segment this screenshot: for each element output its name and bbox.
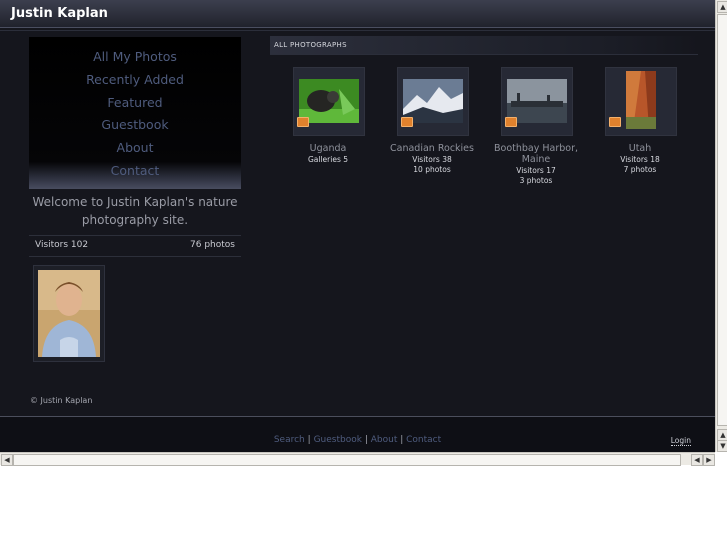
scroll-left-arrow-icon[interactable]: ◀ <box>1 454 13 466</box>
album-visitors-boothbay-harbor: Visitors 17 <box>516 166 556 175</box>
album-thumb-uganda[interactable] <box>293 67 365 136</box>
album-name-boothbay-harbor[interactable]: Boothbay Harbor, Maine <box>486 143 586 165</box>
section-title: ALL PHOTOGRAPHS <box>274 41 347 49</box>
nav-guestbook[interactable]: Guestbook <box>29 117 241 132</box>
page-viewport: Justin Kaplan All My Photos Recently Add… <box>0 0 715 452</box>
photo-count: 76 photos <box>190 240 235 250</box>
album-photos-canadian-rockies: 10 photos <box>413 165 451 174</box>
portrait-image <box>38 270 100 357</box>
album-thumb-boothbay-harbor[interactable] <box>501 67 573 136</box>
album-photos-boothbay-harbor: 3 photos <box>519 176 553 185</box>
album-visitors-canadian-rockies: Visitors 38 <box>412 155 452 164</box>
link-separator: | <box>364 435 368 445</box>
nav-about[interactable]: About <box>29 140 241 155</box>
link-separator: | <box>307 435 311 445</box>
album-thumb-canadian-rockies[interactable] <box>397 67 469 136</box>
footer: Search | Guestbook | About | Contact Log… <box>0 417 715 452</box>
visitor-count: Visitors 102 <box>35 240 89 250</box>
gallery-icon <box>609 117 621 127</box>
section-header: ALL PHOTOGRAPHS <box>270 36 698 55</box>
gallery-icon <box>401 117 413 127</box>
album-thumb-utah[interactable] <box>605 67 677 136</box>
vertical-scrollbar[interactable]: ▲ ▲ ▼ <box>715 0 727 452</box>
horizontal-scroll-thumb[interactable] <box>13 454 681 466</box>
header-divider <box>0 30 715 31</box>
footer-link-guestbook[interactable]: Guestbook <box>314 435 362 445</box>
scroll-down-arrow-icon[interactable]: ▼ <box>717 440 727 452</box>
footer-links: Search | Guestbook | About | Contact <box>0 435 715 445</box>
sidebar-nav: All My Photos Recently Added Featured Gu… <box>29 37 241 189</box>
album-name-utah[interactable]: Utah <box>590 143 690 154</box>
footer-link-about[interactable]: About <box>371 435 398 445</box>
album-name-uganda[interactable]: Uganda <box>278 143 378 154</box>
vertical-scroll-thumb[interactable] <box>717 14 727 426</box>
gallery-icon <box>297 117 309 127</box>
album-visitors-utah: Visitors 18 <box>620 155 660 164</box>
scroll-right-arrow-icon[interactable]: ▶ <box>703 454 715 466</box>
nav-all-my-photos[interactable]: All My Photos <box>29 49 241 64</box>
author-photo[interactable] <box>33 265 105 362</box>
horizontal-scrollbar[interactable]: ◀ ◀ ▶ <box>0 452 715 466</box>
header-bar: Justin Kaplan <box>0 0 715 28</box>
nav-recently-added[interactable]: Recently Added <box>29 72 241 87</box>
copyright-text: © Justin Kaplan <box>30 396 93 405</box>
footer-link-contact[interactable]: Contact <box>406 435 441 445</box>
site-title[interactable]: Justin Kaplan <box>11 6 108 21</box>
scroll-up-arrow-icon[interactable]: ▲ <box>717 1 727 13</box>
link-separator: | <box>400 435 404 445</box>
album-photos-utah: 7 photos <box>623 165 657 174</box>
nav-contact[interactable]: Contact <box>29 163 241 178</box>
nav-featured[interactable]: Featured <box>29 95 241 110</box>
welcome-text: Welcome to Justin Kaplan's nature photog… <box>32 195 238 227</box>
scroll-left-arrow-icon[interactable]: ◀ <box>691 454 703 466</box>
album-name-canadian-rockies[interactable]: Canadian Rockies <box>382 143 482 154</box>
gallery-icon <box>505 117 517 127</box>
album-meta-uganda: Galleries 5 <box>307 155 349 164</box>
login-link[interactable]: Login <box>670 436 691 446</box>
site-stats: Visitors 102 76 photos <box>29 235 241 257</box>
footer-link-search[interactable]: Search <box>274 435 305 445</box>
